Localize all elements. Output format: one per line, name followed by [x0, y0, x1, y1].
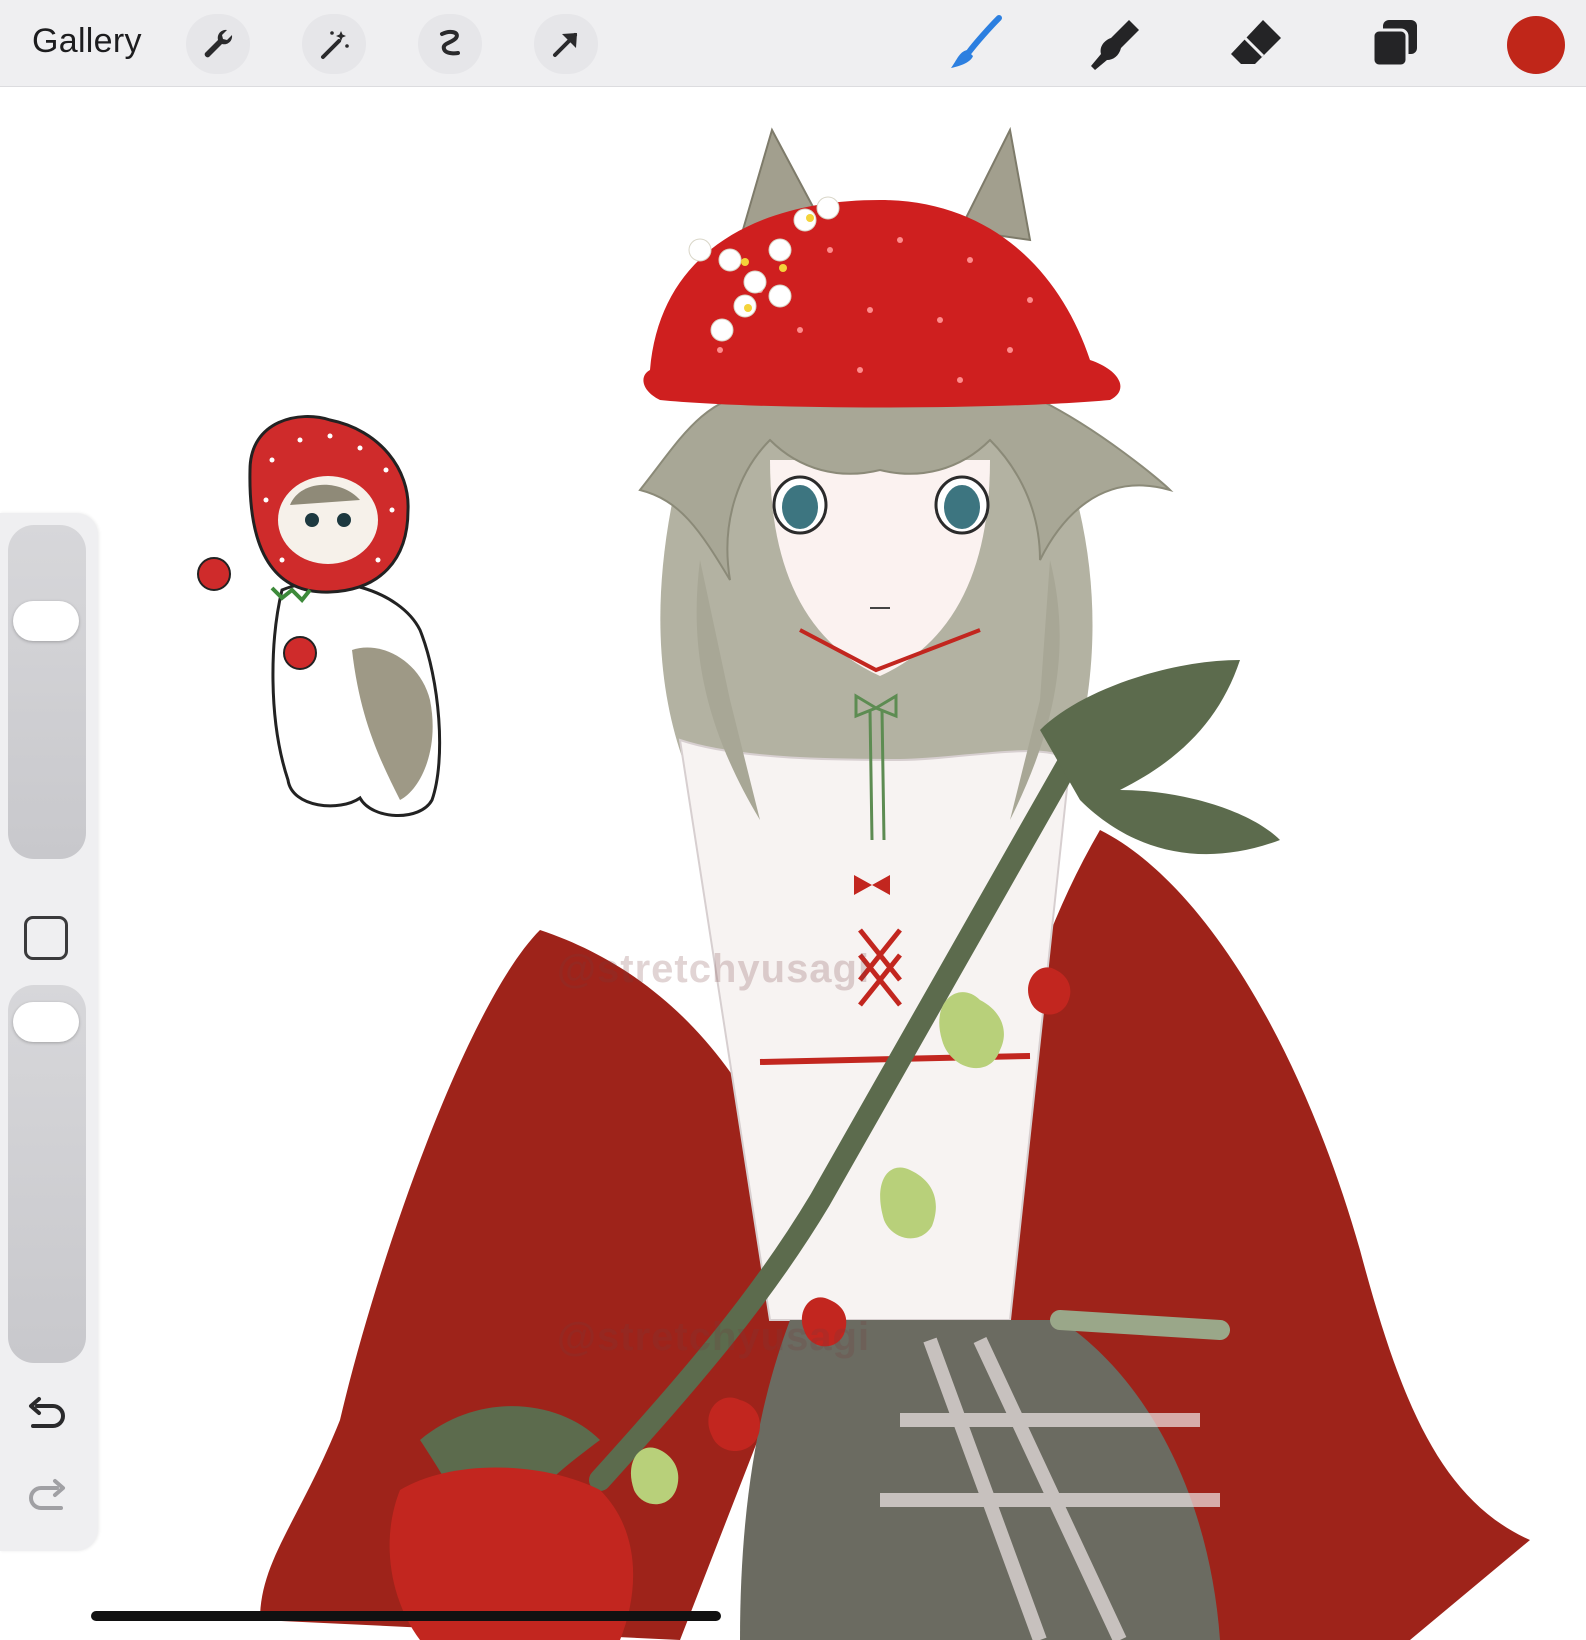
top-toolbar: Gallery	[0, 0, 1586, 87]
modify-button[interactable]	[24, 916, 68, 960]
brush-icon[interactable]	[943, 12, 1007, 76]
home-indicator[interactable]	[91, 1611, 721, 1621]
gallery-button[interactable]: Gallery	[32, 22, 142, 61]
transform-arrow-icon[interactable]	[534, 14, 598, 74]
watermark-text: @stretchyusagi	[557, 947, 871, 991]
color-swatch[interactable]	[1507, 16, 1565, 74]
layers-icon[interactable]	[1363, 12, 1427, 76]
undo-icon[interactable]	[22, 1393, 72, 1439]
character-illustration	[260, 126, 1530, 1640]
watermark-text: @stretchyusagi	[557, 1315, 871, 1359]
wrench-icon[interactable]	[186, 14, 250, 74]
brush-size-slider[interactable]	[8, 525, 86, 859]
eraser-icon[interactable]	[1223, 12, 1287, 76]
magic-wand-icon[interactable]	[302, 14, 366, 74]
selection-icon[interactable]	[418, 14, 482, 74]
brush-sidebar	[0, 513, 98, 1551]
smudge-icon[interactable]	[1083, 12, 1147, 76]
redo-icon[interactable]	[22, 1475, 72, 1521]
artwork	[197, 126, 1530, 1640]
drawing-canvas[interactable]: @stretchyusagi @stretchyusagi	[0, 87, 1586, 1640]
kitten-sketch	[197, 415, 442, 817]
opacity-slider[interactable]	[8, 985, 86, 1363]
brush-size-thumb[interactable]	[13, 601, 79, 641]
opacity-thumb[interactable]	[13, 1002, 79, 1042]
